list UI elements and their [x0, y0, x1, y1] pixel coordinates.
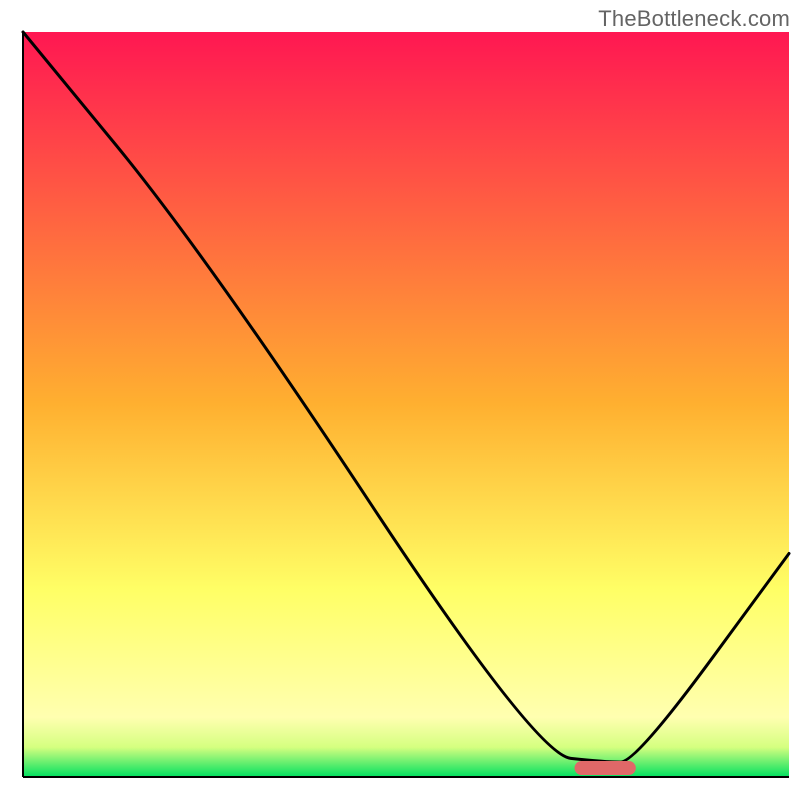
plot-gradient [23, 32, 789, 777]
marker-sweet-spot [575, 761, 636, 775]
watermark-text: TheBottleneck.com [598, 6, 790, 32]
bottleneck-chart [0, 0, 800, 800]
